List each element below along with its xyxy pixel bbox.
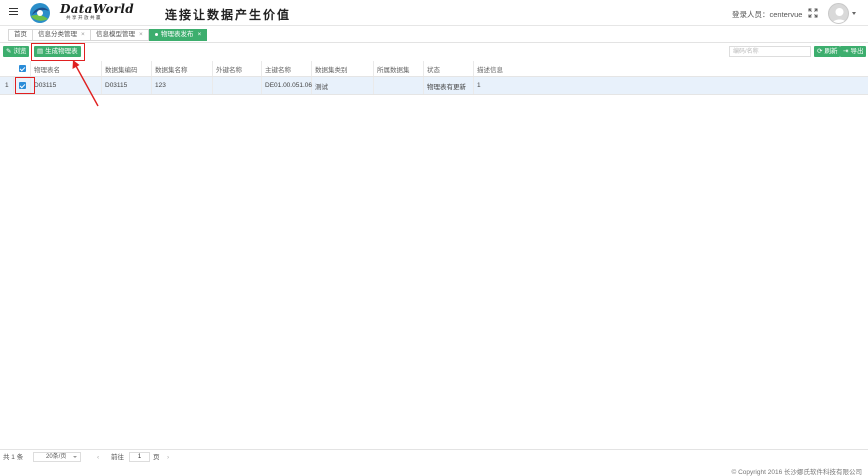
export-icon: ⇥: [843, 48, 849, 55]
column-header[interactable]: 外键名称: [213, 61, 262, 76]
prev-page-icon[interactable]: ‹: [97, 453, 99, 462]
table-cell: D03115: [31, 77, 102, 94]
page-size-value: 20条/页: [46, 454, 67, 460]
edit-icon: ✎: [6, 48, 12, 55]
page-size-select[interactable]: 20条/页: [33, 452, 81, 462]
table-header-row: 物理表名 数据集编码 数据集名称 外键名称 主键名称 数据集类别 所属数据集 状…: [0, 61, 868, 77]
hamburger-menu-icon[interactable]: [9, 8, 18, 16]
annotation-box-checkbox: [15, 77, 35, 94]
page-tabs: 首页 信息分类管理 × 信息模型管理 × 物理表发布 ×: [0, 26, 868, 43]
brand: DataWorld 共享开放共赢: [60, 2, 134, 21]
chevron-down-icon: [73, 456, 77, 458]
checkbox-checked-icon: [18, 65, 26, 72]
header-slogan: 连接让数据产生价值: [165, 8, 292, 22]
column-header[interactable]: 主键名称: [262, 61, 312, 76]
column-header[interactable]: 描述信息: [474, 61, 868, 76]
tab-home[interactable]: 首页: [8, 29, 33, 41]
tab-label: 信息模型管理: [96, 31, 135, 38]
fullscreen-icon[interactable]: [808, 8, 818, 18]
row-index: 1: [0, 77, 14, 94]
table-cell: 1: [477, 82, 481, 89]
brand-name: DataWorld: [60, 2, 134, 16]
tab-physical-table-publish[interactable]: 物理表发布 ×: [149, 29, 208, 41]
active-dot-icon: [155, 32, 158, 36]
tab-label: 信息分类管理: [38, 31, 77, 38]
browse-button-label: 浏览: [13, 48, 27, 55]
refresh-icon: ⟳: [817, 48, 823, 55]
close-icon[interactable]: ×: [139, 31, 143, 38]
export-button[interactable]: ⇥ 导出: [840, 46, 867, 57]
user-avatar[interactable]: [828, 3, 849, 24]
login-user-label: 登录人员：centervue: [732, 10, 803, 19]
table-row[interactable]: 1 D03115 D03115 123 DE01.00.051.06 测试 物理…: [0, 77, 868, 95]
refresh-button[interactable]: ⟳ 刷新: [814, 46, 841, 57]
user-avatar-icon: [832, 8, 847, 23]
total-count: 共 1 条: [3, 454, 24, 461]
column-header[interactable]: 状态: [424, 61, 474, 76]
tab-label: 物理表发布: [161, 31, 194, 38]
close-icon[interactable]: ×: [198, 31, 202, 38]
table-cell: [213, 77, 262, 94]
column-header[interactable]: 物理表名: [31, 61, 102, 76]
table-cell: D03115: [102, 77, 152, 94]
page-unit-label: 页: [153, 454, 160, 461]
pagination-bar: 共 1 条 20条/页 ‹ 前往 1 页 ›: [0, 449, 868, 464]
table-cell: 123: [152, 77, 213, 94]
column-header[interactable]: 所属数据集: [374, 61, 424, 76]
page-number-input[interactable]: 1: [129, 452, 150, 462]
table-cell: 物理表有更新: [424, 77, 474, 94]
close-icon[interactable]: ×: [81, 31, 85, 38]
next-page-icon[interactable]: ›: [167, 453, 169, 462]
table-cell: DE01.00.051.06: [262, 77, 312, 94]
refresh-button-label: 刷新: [824, 48, 838, 55]
search-input[interactable]: [729, 46, 811, 57]
column-header[interactable]: 数据集名称: [152, 61, 213, 76]
app-header: DataWorld 共享开放共赢 连接让数据产生价值 登录人员：centervu…: [0, 0, 868, 26]
column-header[interactable]: 数据集编码: [102, 61, 152, 76]
copyright-text: © Copyright 2016 长沙娜氏软件科技有限公司: [731, 469, 863, 476]
goto-label: 前往: [111, 454, 124, 461]
select-all-checkbox[interactable]: [14, 61, 31, 76]
dataworld-logo-icon: [30, 3, 50, 23]
user-menu-caret-icon[interactable]: [852, 12, 856, 15]
column-header[interactable]: 数据集类别: [312, 61, 374, 76]
table-cell: 测试: [312, 77, 374, 94]
tab-info-model[interactable]: 信息模型管理 ×: [90, 29, 149, 41]
tab-info-category[interactable]: 信息分类管理 ×: [32, 29, 91, 41]
annotation-box-generate: [31, 43, 85, 61]
export-button-label: 导出: [850, 48, 864, 55]
tab-label: 首页: [14, 31, 27, 38]
table-cell: [374, 77, 424, 94]
browse-button[interactable]: ✎ 浏览: [3, 46, 30, 57]
